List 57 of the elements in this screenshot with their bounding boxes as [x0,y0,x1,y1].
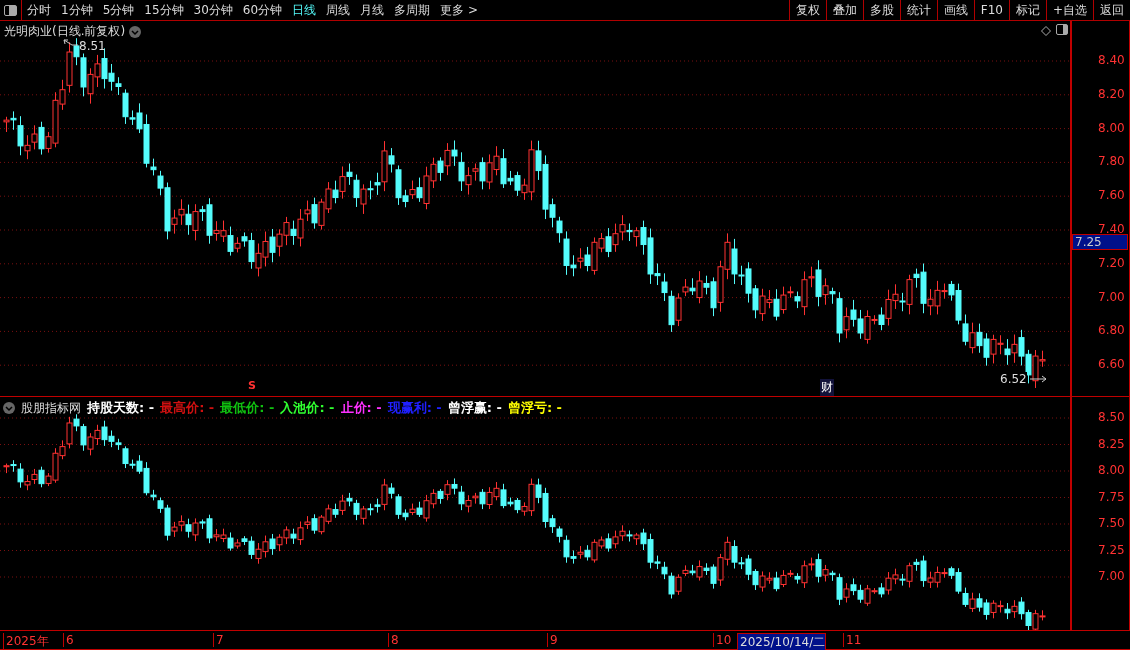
axis-label: 7.25 [1098,542,1125,557]
indicator-value: 持股天数: - [87,399,155,417]
dropdown-icon[interactable] [129,25,142,38]
indicator-value: 现赢利: - [387,399,442,417]
axis-label: 8.50 [1098,410,1125,424]
arrow-icon [1029,375,1047,383]
indicator-value: 止价: - [340,399,382,417]
date-label: 9 [547,633,558,647]
signal-mark: S [248,379,256,392]
date-label: 10 [713,633,732,647]
finance-mark: 财 [820,379,834,396]
diamond-icon[interactable] [1041,26,1051,36]
period-tab[interactable]: 多周期 [389,1,436,19]
axis-label: 8.40 [1098,53,1125,67]
axis-label: 7.00 [1098,289,1125,304]
axis-label: 6.60 [1098,357,1125,372]
low-price-label: 6.52 [1000,372,1027,386]
indicator-value: 最高价: - [160,399,215,417]
axis-label: 8.25 [1098,436,1125,451]
date-label: 8 [388,633,399,647]
date-label: 7 [213,633,224,647]
period-tab[interactable]: 15分钟 [139,1,189,19]
axis-label: 7.40 [1098,222,1125,236]
current-price-label: 7.25 [1072,234,1128,251]
period-tab[interactable]: 5分钟 [97,1,140,19]
period-tab[interactable]: 日线 [287,1,322,19]
date-label: 6 [63,633,74,647]
dropdown-icon[interactable] [3,402,15,414]
axis-label: 8.20 [1098,86,1125,101]
period-tab[interactable]: 1分钟 [56,1,98,19]
indicator-value: 入池价: - [280,399,335,417]
axis-label: 7.50 [1098,516,1125,530]
indicator-name: 股朋指标网 [21,399,81,417]
period-tab[interactable]: 60分钟 [237,1,288,19]
high-price-label: 8.51 [79,39,106,53]
period-tab[interactable]: 月线 [355,1,390,19]
chart-title: 光明肉业(日线.前复权) [4,23,126,40]
indicator-value: 曾浮赢: - [447,399,502,417]
period-tab[interactable]: 更多 > [435,1,483,19]
period-tab[interactable]: 30分钟 [188,1,238,19]
axis-label: 8.00 [1098,120,1125,135]
indicator-value: 曾浮亏: - [507,399,562,417]
date-label: 2025/10/14/二 [737,633,827,650]
period-tab[interactable]: 分时 [22,1,56,19]
indicator-value: 最低价: - [220,399,275,417]
axis-label: 7.20 [1098,255,1125,270]
arrow-icon [63,39,79,46]
axis-label: 7.80 [1098,154,1125,169]
axis-label: 6.80 [1098,323,1125,338]
period-tab[interactable]: 周线 [321,1,356,19]
date-label: 2025年 [3,633,49,650]
axis-label: 8.00 [1098,463,1125,477]
axis-label: 7.00 [1098,569,1125,583]
axis-label: 7.60 [1098,188,1125,203]
axis-label: 7.75 [1098,489,1125,504]
date-label: 11 [843,633,862,647]
panel-toggle-icon[interactable] [1056,24,1068,35]
